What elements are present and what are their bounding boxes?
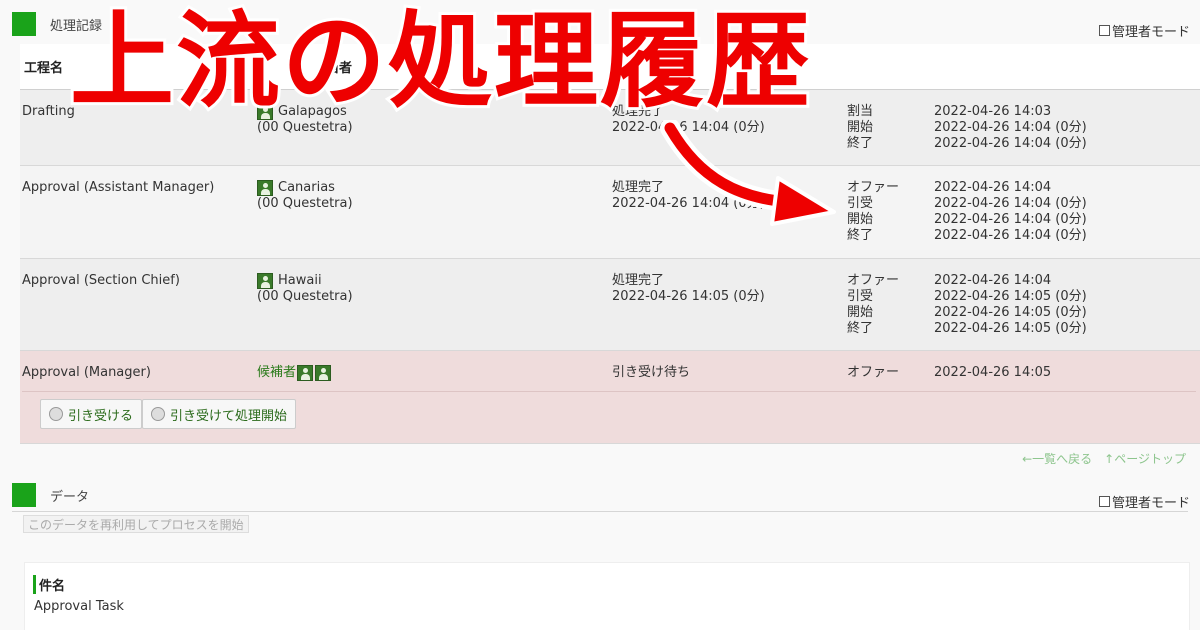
- section-marker: [12, 12, 36, 36]
- table-row: Approval (Section Chief) Hawaii (00 Ques…: [20, 259, 1200, 351]
- page-top-link[interactable]: ↑ページトップ: [1104, 450, 1186, 467]
- reuse-data-button[interactable]: このデータを再利用してプロセスを開始: [23, 515, 249, 533]
- accept-start-icon: [151, 407, 165, 421]
- admin-mode-toggle[interactable]: 管理者モード: [1098, 492, 1190, 511]
- candidates[interactable]: 候補者: [257, 365, 332, 381]
- user-icon: [257, 273, 273, 289]
- user-org: (00 Questetra): [257, 196, 353, 211]
- user-icon: [315, 365, 332, 381]
- event-times: 2022-04-26 14:04 2022-04-26 14:04 (0分) 202…: [934, 180, 1087, 243]
- overlay-caption: 上流の処理履歴: [67, 0, 813, 123]
- event-labels: オファー 引受 開始 終了: [847, 180, 900, 243]
- section-title: データ: [50, 489, 90, 505]
- data-field-card: 件名 Approval Task: [24, 562, 1190, 630]
- step-name: Approval (Section Chief): [22, 273, 180, 288]
- status: 処理完了 2022-04-26 14:05 (0分): [612, 273, 765, 304]
- user-name[interactable]: Hawaii: [278, 273, 322, 289]
- accept-and-start-button[interactable]: 引き受けて処理開始: [142, 399, 297, 429]
- data-section-header: データ: [12, 481, 89, 509]
- accept-icon: [49, 407, 63, 421]
- back-to-list-link[interactable]: ←一覧へ戻る: [1022, 450, 1092, 467]
- user-name[interactable]: Canarias: [278, 180, 335, 196]
- event-times: 2022-04-26 14:05: [934, 365, 1052, 380]
- step-name: Drafting: [22, 104, 75, 119]
- admin-mode-checkbox[interactable]: [1098, 496, 1110, 507]
- accept-button[interactable]: 引き受ける: [40, 399, 143, 429]
- event-labels: 割当 開始 終了: [847, 104, 874, 151]
- divider: [12, 511, 1188, 512]
- event-labels: オファー: [847, 365, 900, 380]
- admin-mode-toggle[interactable]: 管理者モード: [1098, 21, 1190, 40]
- admin-mode-checkbox[interactable]: [1098, 25, 1110, 36]
- col-step: 工程名: [24, 61, 64, 76]
- nav-links: ←一覧へ戻る ↑ページトップ: [1022, 450, 1186, 467]
- field-value: Approval Task: [34, 599, 124, 614]
- user-icon: [257, 180, 273, 196]
- event-times: 2022-04-26 14:04 2022-04-26 14:05 (0分) 202…: [934, 273, 1087, 336]
- event-times: 2022-04-26 14:03 2022-04-26 14:04 (0分) 202…: [934, 104, 1087, 151]
- section-marker: [12, 483, 36, 507]
- divider: [22, 391, 1196, 392]
- table-row: Approval (Assistant Manager) Canarias (0…: [20, 166, 1200, 259]
- table-row-pending: Approval (Manager) 候補者 引き受け待ち オファー 2022-…: [20, 351, 1200, 444]
- field-label: 件名: [33, 575, 65, 594]
- user-org: (00 Questetra): [257, 289, 353, 304]
- step-name: Approval (Assistant Manager): [22, 180, 215, 195]
- user-icon: [297, 365, 314, 381]
- user-org: (00 Questetra): [257, 120, 353, 135]
- status: 引き受け待ち: [612, 365, 691, 380]
- assignee: Hawaii (00 Questetra): [257, 273, 353, 305]
- assignee: Canarias (00 Questetra): [257, 180, 353, 212]
- event-labels: オファー 引受 開始 終了: [847, 273, 900, 336]
- step-name: Approval (Manager): [22, 365, 151, 380]
- pointer-arrow-icon: [660, 120, 836, 226]
